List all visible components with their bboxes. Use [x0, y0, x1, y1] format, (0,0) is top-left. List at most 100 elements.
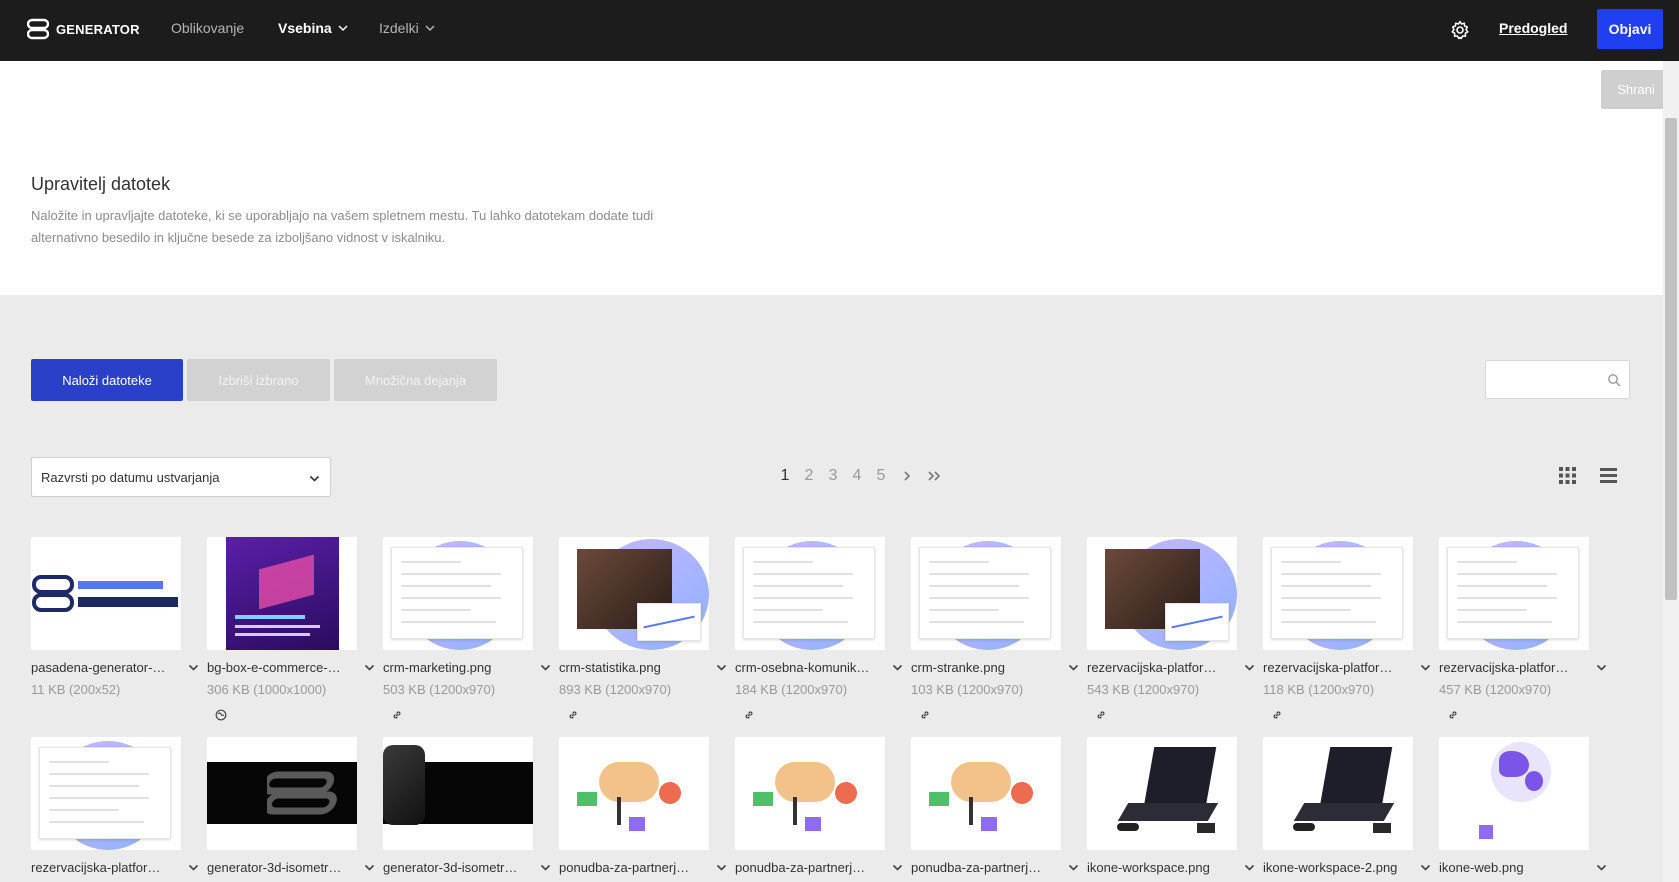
chevron-down-icon[interactable]	[716, 662, 727, 673]
file-card[interactable]: ponudba-za-partnerje-3.png	[911, 737, 1079, 875]
save-button[interactable]: Shrani	[1601, 70, 1671, 109]
link-icon[interactable]	[743, 709, 755, 721]
page-number-2[interactable]: 2	[797, 467, 821, 485]
file-card[interactable]: pasadena-generator-logo.png 11 KB (200x52…	[31, 537, 199, 697]
grid-view-icon[interactable]	[1559, 467, 1576, 484]
file-card[interactable]: ikone-workspace-2.png	[1263, 737, 1431, 875]
file-thumbnail[interactable]	[31, 537, 181, 650]
chevron-down-icon	[425, 25, 435, 32]
file-thumbnail[interactable]	[1087, 537, 1237, 650]
file-thumbnail[interactable]	[207, 737, 357, 850]
link-icon[interactable]	[919, 709, 931, 721]
file-thumbnail[interactable]	[1439, 537, 1589, 650]
chevron-down-icon[interactable]	[1244, 662, 1255, 673]
chevron-down-icon[interactable]	[716, 862, 727, 873]
file-card[interactable]: crm-statistika.png 893 KB (1200x970)	[559, 537, 727, 721]
chevron-down-icon[interactable]	[364, 862, 375, 873]
chevron-down-icon[interactable]	[892, 862, 903, 873]
upload-files-button[interactable]: Naloži datoteke	[31, 359, 183, 401]
link-icon[interactable]	[1271, 709, 1283, 721]
delete-selected-button[interactable]: Izbriši izbrano	[187, 359, 330, 401]
chevron-down-icon[interactable]	[188, 662, 199, 673]
nav-item-izdelki[interactable]: Izdelki	[379, 20, 435, 36]
file-name: ikone-workspace.png	[1087, 860, 1210, 875]
file-thumbnail[interactable]	[559, 537, 709, 650]
chevron-down-icon[interactable]	[540, 862, 551, 873]
chevron-down-icon[interactable]	[1068, 862, 1079, 873]
logo-icon	[27, 18, 49, 40]
file-card[interactable]: ponudba-za-partnerje-2.png	[735, 737, 903, 875]
file-thumbnail[interactable]	[1087, 737, 1237, 850]
file-name: generator-3d-isometric-2.png	[383, 860, 520, 875]
file-card[interactable]: crm-stranke.png 103 KB (1200x970)	[911, 537, 1079, 721]
globe-icon[interactable]	[215, 709, 227, 721]
file-name-row: generator-3d-isometric-1.png	[207, 860, 383, 875]
file-size: 11 KB (200x52)	[31, 682, 121, 697]
page-number-1[interactable]: 1	[773, 467, 797, 485]
bulk-actions-button[interactable]: Množična dejanja	[334, 359, 497, 401]
file-thumbnail[interactable]	[911, 737, 1061, 850]
file-card[interactable]: generator-3d-isometric-1.png	[207, 737, 375, 875]
chevron-down-icon[interactable]	[1420, 862, 1431, 873]
chevron-down-icon[interactable]	[540, 662, 551, 673]
file-thumbnail[interactable]	[911, 537, 1061, 650]
file-card[interactable]: rezervacijska-platforma-3.png 457 KB (120…	[1439, 537, 1607, 721]
file-size: 118 KB (1200x970)	[1263, 682, 1375, 697]
file-card[interactable]: rezervacijska-platforma-1.png 543 KB (120…	[1087, 537, 1255, 721]
file-card[interactable]: ponudba-za-partnerje-1.png	[559, 737, 727, 875]
link-icon[interactable]	[1095, 709, 1107, 721]
file-name: ponudba-za-partnerje-2.png	[735, 860, 872, 875]
chevron-down-icon[interactable]	[1596, 662, 1607, 673]
file-card[interactable]: generator-3d-isometric-2.png	[383, 737, 551, 875]
publish-button[interactable]: Objavi	[1597, 9, 1663, 49]
file-card[interactable]: crm-osebna-komunikacija.png 184 KB (1200x…	[735, 537, 903, 721]
nav-item-vsebina[interactable]: Vsebina	[278, 20, 348, 36]
brand-logo[interactable]: GENERATOR	[27, 18, 140, 40]
file-thumbnail[interactable]	[1439, 737, 1589, 850]
file-name-row: bg-box-e-commerce-fast.png	[207, 660, 383, 675]
scrollbar-thumb[interactable]	[1665, 118, 1677, 600]
file-card[interactable]: ikone-web.png	[1439, 737, 1607, 875]
chevron-down-icon[interactable]	[1068, 662, 1079, 673]
top-navigation-bar: GENERATOR Oblikovanje Vsebina Izdelki Pr…	[0, 0, 1679, 61]
preview-link[interactable]: Predogled	[1499, 20, 1567, 36]
link-icon[interactable]	[567, 709, 579, 721]
file-thumbnail[interactable]	[207, 537, 357, 650]
link-icon[interactable]	[1447, 709, 1459, 721]
file-name: bg-box-e-commerce-fast.png	[207, 660, 344, 675]
next-page-button[interactable]	[893, 466, 921, 486]
file-card[interactable]: ikone-workspace.png	[1087, 737, 1255, 875]
search-icon[interactable]	[1607, 373, 1621, 387]
page-number-4[interactable]: 4	[845, 467, 869, 485]
file-thumbnail[interactable]	[1263, 737, 1413, 850]
file-thumbnail[interactable]	[31, 737, 181, 850]
chevron-down-icon[interactable]	[1420, 662, 1431, 673]
chevron-down-icon[interactable]	[188, 862, 199, 873]
link-icon[interactable]	[391, 709, 403, 721]
search-input[interactable]	[1486, 361, 1596, 398]
file-card[interactable]: rezervacijska-platforma-2.png 118 KB (120…	[1263, 537, 1431, 721]
file-card[interactable]: crm-marketing.png 503 KB (1200x970)	[383, 537, 551, 721]
list-view-icon[interactable]	[1600, 467, 1617, 484]
chevron-down-icon[interactable]	[1244, 862, 1255, 873]
nav-item-label: Vsebina	[278, 20, 332, 36]
nav-item-oblikovanje[interactable]: Oblikovanje	[171, 20, 244, 36]
page-number-3[interactable]: 3	[821, 467, 845, 485]
file-thumbnail[interactable]	[383, 737, 533, 850]
chevron-down-icon[interactable]	[1596, 862, 1607, 873]
file-thumbnail[interactable]	[735, 737, 885, 850]
chevron-down-icon[interactable]	[364, 662, 375, 673]
file-thumbnail[interactable]	[1263, 537, 1413, 650]
file-thumbnail[interactable]	[735, 537, 885, 650]
file-thumbnail[interactable]	[559, 737, 709, 850]
file-card[interactable]: rezervacijska-platforma-4.png	[31, 737, 199, 875]
page-number-5[interactable]: 5	[869, 467, 893, 485]
gear-icon[interactable]	[1450, 20, 1470, 40]
file-name-row: pasadena-generator-logo.png	[31, 660, 207, 675]
file-size: 503 KB (1200x970)	[383, 682, 496, 697]
file-thumbnail[interactable]	[383, 537, 533, 650]
chevron-down-icon[interactable]	[892, 662, 903, 673]
last-page-button[interactable]	[921, 466, 949, 486]
sort-dropdown[interactable]: Razvrsti po datumu ustvarjanja	[31, 457, 331, 497]
file-card[interactable]: bg-box-e-commerce-fast.png 306 KB (1000x1…	[207, 537, 375, 721]
